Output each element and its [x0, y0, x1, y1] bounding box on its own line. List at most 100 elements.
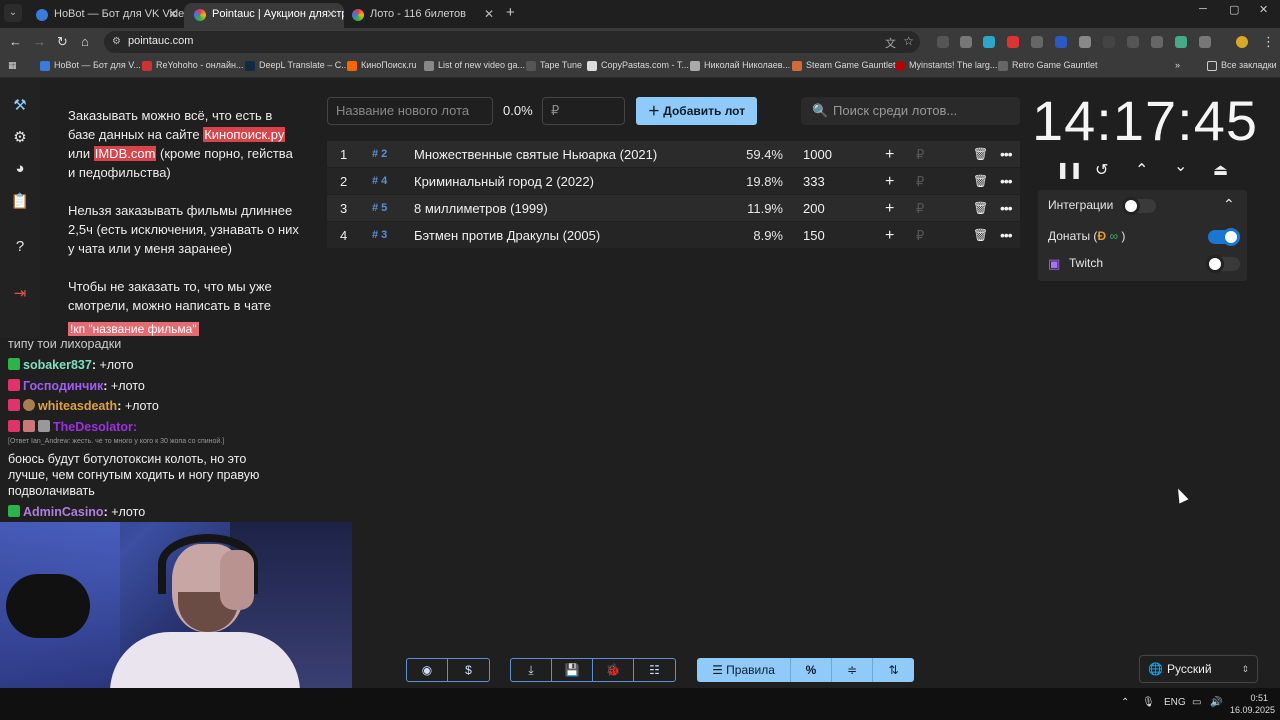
extension-icon[interactable]: [1103, 36, 1115, 48]
bookmark-item[interactable]: DeepL Translate – C...: [245, 60, 349, 71]
more-options-icon[interactable]: •••: [1000, 168, 1013, 195]
minimize-button[interactable]: ─: [1199, 3, 1207, 15]
monitor-icon[interactable]: ▭: [1192, 697, 1201, 708]
lot-id[interactable]: # 3: [372, 222, 387, 249]
bookmark-item[interactable]: ReYohoho - онлайн...: [142, 60, 243, 71]
lot-amount-input[interactable]: ₽: [916, 168, 924, 195]
bookmark-item[interactable]: КиноПоиск.ru: [347, 60, 417, 71]
bookmark-item[interactable]: Tape Tune: [526, 60, 582, 71]
donations-toggle[interactable]: [1208, 228, 1240, 246]
volume-icon[interactable]: 🔊: [1210, 697, 1222, 708]
download-icon[interactable]: ⤓: [511, 659, 552, 681]
tab-hobot[interactable]: HoBot — Бот для VK Video Live ✕: [26, 3, 186, 28]
bookmark-item[interactable]: HoBot — Бот для V...: [40, 60, 141, 71]
tray-chevron-up-icon[interactable]: ⌃: [1121, 697, 1129, 708]
rules-button[interactable]: ☰ Правила: [697, 658, 791, 682]
clipboard-icon[interactable]: 📋: [10, 192, 30, 212]
bug-icon[interactable]: 🐞: [593, 659, 634, 681]
delete-lot-icon[interactable]: 🗑: [973, 141, 988, 168]
add-amount-button[interactable]: +: [885, 195, 894, 222]
help-icon[interactable]: ?: [10, 238, 30, 258]
wheel-icon[interactable]: ◕: [10, 160, 30, 180]
bookmark-item[interactable]: List of new video ga...: [424, 60, 525, 71]
delete-lot-icon[interactable]: 🗑: [973, 168, 988, 195]
extensions-puzzle-icon[interactable]: [1199, 36, 1211, 48]
lot-amount[interactable]: 150: [803, 222, 825, 249]
close-window-button[interactable]: ✕: [1259, 3, 1268, 16]
more-options-icon[interactable]: •••: [1000, 195, 1013, 222]
bookmark-item[interactable]: Николай Николаев...: [690, 60, 790, 71]
gavel-icon[interactable]: ⚒: [10, 96, 30, 116]
search-lots-input[interactable]: 🔍 Поиск среди лотов...: [801, 97, 1020, 125]
extension-icon[interactable]: [1031, 36, 1043, 48]
bookmark-item[interactable]: Retro Game Gauntlet: [998, 60, 1098, 71]
add-amount-button[interactable]: +: [885, 141, 894, 168]
back-icon[interactable]: ←: [9, 34, 22, 49]
tab-loto[interactable]: Лото - 116 билетов ✕: [342, 3, 502, 28]
extension-icon[interactable]: [1175, 36, 1187, 48]
system-clock[interactable]: 0:51 16.09.2025: [1230, 692, 1275, 716]
language-select[interactable]: 🌐 Русский ⇕: [1139, 655, 1258, 683]
site-info-icon[interactable]: ⚙: [112, 36, 121, 47]
new-lot-amount-input[interactable]: ₽: [542, 97, 625, 125]
profile-avatar[interactable]: [1236, 36, 1248, 48]
close-icon[interactable]: ✕: [484, 3, 494, 26]
lot-amount[interactable]: 1000: [803, 141, 832, 168]
add-lot-button[interactable]: ＋ Добавить лот: [636, 97, 757, 125]
mic-icon[interactable]: 🎙: [1142, 697, 1155, 708]
sort-icon[interactable]: ⇅: [873, 658, 914, 682]
lot-amount-input[interactable]: ₽: [916, 222, 924, 249]
chevron-down-icon[interactable]: ⌄: [1174, 156, 1187, 176]
lot-id[interactable]: # 4: [372, 168, 387, 195]
forward-icon[interactable]: →: [33, 34, 46, 49]
eject-icon[interactable]: ⏏: [1213, 160, 1228, 180]
extension-icon[interactable]: [1055, 36, 1067, 48]
lot-name[interactable]: Криминальный город 2 (2022): [414, 168, 594, 195]
percent-button[interactable]: %: [791, 658, 832, 682]
add-amount-button[interactable]: +: [885, 222, 894, 249]
bookmark-item[interactable]: Myinstants! The larg...: [895, 60, 997, 71]
menu-kebab-icon[interactable]: ⋮: [1262, 34, 1275, 50]
integrations-master-toggle[interactable]: [1122, 197, 1156, 215]
bookmark-star-icon[interactable]: ☆: [903, 34, 914, 48]
input-language[interactable]: ENG: [1164, 697, 1186, 708]
clear-list-icon[interactable]: ☷: [634, 659, 675, 681]
bookmarks-overflow-button[interactable]: »: [1175, 60, 1180, 70]
twitch-toggle[interactable]: [1206, 255, 1240, 273]
bookmark-item[interactable]: Steam Game Gauntlet: [792, 60, 896, 71]
more-options-icon[interactable]: •••: [1000, 222, 1013, 249]
chevron-up-icon[interactable]: ⌃: [1223, 196, 1235, 213]
tab-search-dropdown[interactable]: ⌄: [4, 4, 22, 22]
delete-lot-icon[interactable]: 🗑: [973, 195, 988, 222]
tab-pointauc[interactable]: Pointauc | Аукцион для стрим ✕: [184, 3, 344, 28]
compact-icon[interactable]: ≑: [832, 658, 873, 682]
close-icon[interactable]: ✕: [326, 3, 336, 26]
logout-icon[interactable]: ⇥: [10, 284, 30, 304]
reset-icon[interactable]: ↺: [1095, 160, 1108, 180]
lot-name[interactable]: 8 миллиметров (1999): [414, 195, 548, 222]
lot-name[interactable]: Множественные святые Ньюарка (2021): [414, 141, 657, 168]
github-icon[interactable]: ◉: [407, 659, 448, 681]
close-icon[interactable]: ✕: [168, 3, 178, 26]
add-amount-button[interactable]: +: [885, 168, 894, 195]
translate-icon[interactable]: 文: [885, 35, 896, 51]
extension-icon[interactable]: [983, 36, 995, 48]
lot-id[interactable]: # 2: [372, 141, 387, 168]
extension-icon[interactable]: [1127, 36, 1139, 48]
extension-icon[interactable]: [960, 36, 972, 48]
new-lot-name-input[interactable]: Название нового лота: [327, 97, 493, 125]
extension-icon[interactable]: [937, 36, 949, 48]
home-icon[interactable]: ⌂: [81, 34, 89, 49]
donate-dollar-icon[interactable]: $: [448, 659, 489, 681]
maximize-button[interactable]: ▢: [1229, 3, 1239, 16]
chevron-up-icon[interactable]: ⌃: [1135, 160, 1148, 180]
delete-lot-icon[interactable]: 🗑: [973, 222, 988, 249]
lot-name[interactable]: Бэтмен против Дракулы (2005): [414, 222, 600, 249]
reload-icon[interactable]: ↻: [57, 34, 68, 50]
extension-icon[interactable]: [1151, 36, 1163, 48]
extension-icon[interactable]: [1007, 36, 1019, 48]
gear-icon[interactable]: ⚙: [10, 128, 30, 148]
all-bookmarks-button[interactable]: Все закладки: [1207, 60, 1277, 71]
lot-amount-input[interactable]: ₽: [916, 195, 924, 222]
url-field[interactable]: ⚙ pointauc.com 文 ☆: [104, 31, 920, 53]
